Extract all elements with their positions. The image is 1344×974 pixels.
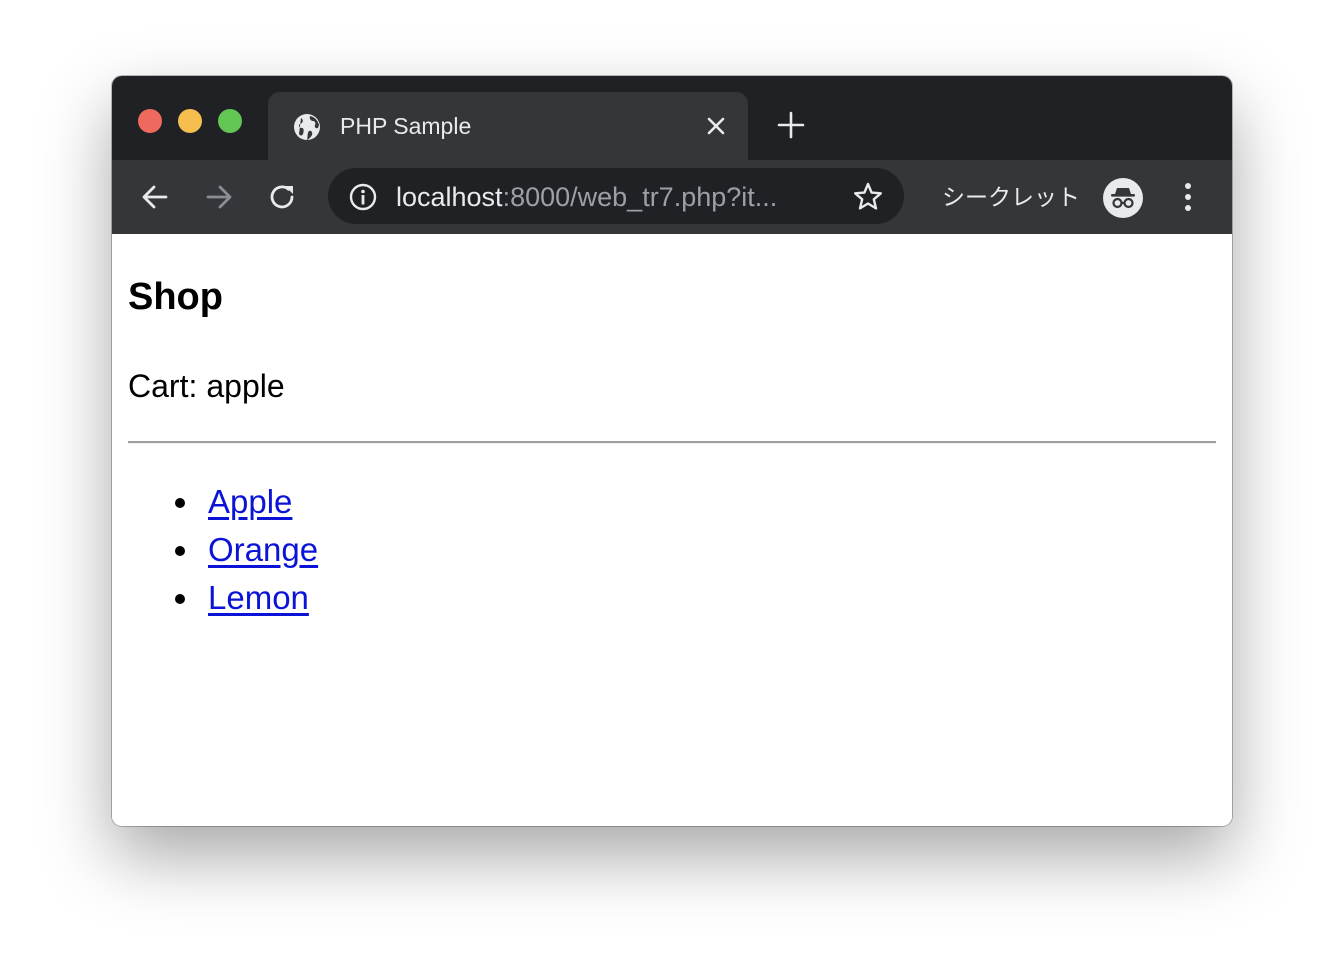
close-window-button[interactable] [138, 109, 162, 133]
close-icon[interactable] [704, 114, 728, 138]
divider [128, 441, 1216, 444]
forward-arrow-icon[interactable] [202, 180, 236, 214]
globe-icon [294, 114, 320, 140]
url-path: :8000/web_tr7.php?it... [502, 182, 778, 212]
cart-label: Cart: [128, 368, 198, 404]
page-content: Shop Cart: apple Apple Orange Lemon [112, 234, 1232, 826]
cart-status: Cart: apple [128, 366, 285, 406]
back-arrow-icon[interactable] [138, 180, 172, 214]
more-vert-icon[interactable] [1176, 180, 1200, 214]
url-host: localhost [396, 182, 503, 212]
incognito-label[interactable]: シークレット [942, 182, 1080, 212]
list-item: Orange [128, 526, 318, 574]
tab-php-sample[interactable]: PHP Sample [268, 92, 748, 160]
browser-window: PHP Sample localhost:8000/web_tr7.php?it… [112, 76, 1232, 826]
page-title: Shop [128, 276, 223, 318]
cart-value: apple [206, 368, 285, 404]
list-item: Lemon [128, 574, 318, 622]
info-icon[interactable] [348, 182, 378, 212]
list-item: Apple [128, 478, 318, 526]
bullet [175, 594, 185, 604]
product-list: Apple Orange Lemon [128, 478, 318, 622]
reload-icon[interactable] [266, 180, 300, 214]
plus-icon[interactable] [776, 110, 806, 140]
incognito-icon[interactable] [1102, 177, 1144, 219]
bullet [175, 498, 185, 508]
product-link-lemon[interactable]: Lemon [208, 579, 309, 616]
star-icon[interactable] [852, 181, 884, 213]
address-bar[interactable]: localhost:8000/web_tr7.php?it... [328, 168, 904, 224]
zoom-window-button[interactable] [218, 109, 242, 133]
tab-title: PHP Sample [340, 113, 472, 139]
minimize-window-button[interactable] [178, 109, 202, 133]
tab-strip: PHP Sample [112, 76, 1232, 160]
product-link-orange[interactable]: Orange [208, 531, 318, 568]
toolbar: localhost:8000/web_tr7.php?it... シークレット [112, 160, 1232, 234]
bullet [175, 546, 185, 556]
product-link-apple[interactable]: Apple [208, 483, 292, 520]
url-text[interactable]: localhost:8000/web_tr7.php?it... [396, 182, 777, 212]
